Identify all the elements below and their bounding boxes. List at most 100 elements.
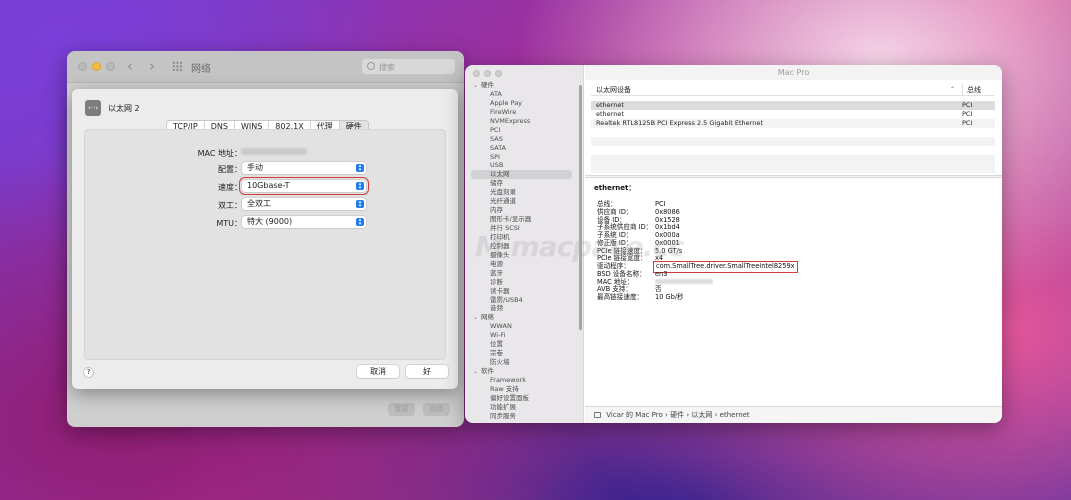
sidebar-item[interactable]: SATA — [465, 144, 578, 153]
sidebar-category[interactable]: ⌄ 软件 — [465, 367, 578, 376]
table-row[interactable]: Realtek RTL8125B PCI Express 2.5 Gigabit… — [591, 119, 995, 128]
sidebar-item[interactable]: SPI — [465, 153, 578, 162]
ok-button[interactable]: 好 — [406, 365, 448, 378]
show-all-grid-icon[interactable] — [172, 61, 183, 72]
sidebar-item-label: 诊断 — [490, 277, 503, 286]
sidebar-item[interactable]: 雷雳/USB4 — [465, 296, 578, 305]
sidebar-item-label: 功能扩展 — [490, 402, 516, 411]
sidebar-item[interactable]: 防火墙 — [465, 358, 578, 367]
sidebar-item[interactable]: 同步服务 — [465, 412, 578, 421]
sidebar-item-label: USB — [490, 161, 504, 170]
chevron-down-icon[interactable]: ⌄ — [473, 314, 481, 323]
cancel-button[interactable]: 取消 — [357, 365, 399, 378]
sidebar-item[interactable]: PCI — [465, 126, 578, 135]
sidebar-category[interactable]: ⌄ 网络 — [465, 313, 578, 322]
sidebar-item[interactable]: 偏好设置面板 — [465, 394, 578, 403]
sidebar-item-label: 软件 — [481, 367, 494, 375]
zoom-button[interactable] — [495, 70, 502, 77]
config-popup[interactable]: 手动 ▴ ▾ — [242, 162, 366, 174]
column-header-device[interactable]: 以太网设备 — [596, 84, 631, 96]
window-title: 网络 — [191, 64, 211, 75]
sidebar-item[interactable]: Framework — [465, 376, 578, 385]
device-name: ethernet — [596, 110, 624, 118]
close-button[interactable] — [473, 70, 480, 77]
sidebar-item[interactable]: 诊断 — [465, 278, 578, 287]
sidebar-item-label: Raw 支持 — [490, 384, 519, 393]
path-item[interactable]: 以太网 — [691, 411, 712, 419]
sidebar-item-label: SPI — [490, 152, 500, 161]
search-icon — [367, 62, 375, 70]
sidebar-item-label: 光纤通道 — [490, 197, 516, 206]
sidebar-item[interactable]: 内存 — [465, 206, 578, 215]
mac-address-label: MAC 地址： — [197, 149, 242, 158]
chevron-down-icon[interactable]: ⌄ — [473, 82, 481, 91]
sidebar-item[interactable]: USB — [465, 161, 578, 170]
sidebar-item[interactable]: 蓝牙 — [465, 269, 578, 278]
back-arrow-icon[interactable]: ‹ — [127, 57, 133, 75]
device-bus: PCI — [962, 119, 973, 127]
sidebar-item[interactable]: 储存 — [465, 179, 578, 188]
sidebar-item-label: PCI — [490, 125, 501, 134]
speed-label: 速度： — [218, 183, 242, 192]
sidebar-item-label: 位置 — [490, 340, 503, 349]
sidebar-category[interactable]: ⌄ 硬件 — [465, 81, 578, 90]
search-field[interactable]: 搜索 — [361, 58, 456, 75]
sidebar-item-label: 网络 — [481, 313, 494, 322]
table-row[interactable]: ethernet PCI — [591, 101, 995, 110]
sidebar-item[interactable]: NVMExpress — [465, 117, 578, 126]
sidebar-item[interactable]: 功能扩展 — [465, 403, 578, 412]
sidebar-item[interactable]: 宗卷 — [465, 349, 578, 358]
table-row-empty — [591, 137, 995, 146]
mtu-popup[interactable]: 特大 (9000) ▴ ▾ — [242, 216, 366, 228]
sidebar-item-label: FireWire — [490, 107, 517, 116]
minimize-button[interactable] — [484, 70, 491, 77]
chevron-down-icon[interactable]: ⌄ — [473, 368, 481, 377]
sidebar-item[interactable]: Wi-Fi — [465, 331, 578, 340]
path-item[interactable]: ethernet — [720, 411, 750, 419]
zoom-button[interactable] — [106, 62, 115, 71]
path-item[interactable]: Vicar 的 Mac Pro — [606, 411, 663, 419]
watermark: M macpace.cc — [475, 230, 685, 263]
duplex-popup[interactable]: 全双工 ▴ ▾ — [242, 198, 366, 210]
table-row[interactable]: ethernet PCI — [591, 110, 995, 119]
revert-button[interactable]: 复原 — [388, 403, 415, 416]
help-button[interactable]: ? — [83, 367, 94, 378]
sidebar-scrollbar[interactable] — [579, 85, 582, 330]
sidebar-item[interactable]: ATA — [465, 90, 578, 99]
detail-row: BSD 设备名称： en3 — [597, 269, 997, 279]
sort-ascending-icon[interactable]: ⌃ — [950, 84, 955, 96]
device-name: ethernet — [596, 101, 624, 109]
forward-arrow-icon[interactable]: › — [149, 57, 155, 75]
sidebar-item[interactable]: 位置 — [465, 340, 578, 349]
table-row-empty — [591, 164, 995, 173]
sidebar-item[interactable]: SAS — [465, 135, 578, 144]
sidebar-item[interactable]: WWAN — [465, 322, 578, 331]
sidebar-item-label: ATA — [490, 89, 502, 98]
sidebar-item[interactable]: 以太网 — [471, 170, 572, 180]
column-header-bus[interactable]: 总线 — [962, 84, 981, 96]
close-button[interactable] — [78, 62, 87, 71]
sidebar-item[interactable]: 光纤通道 — [465, 197, 578, 206]
sidebar-item[interactable]: 光盘刻录 — [465, 188, 578, 197]
path-item[interactable]: 硬件 — [670, 411, 684, 419]
speed-popup[interactable]: 10Gbase-T ▴ ▾ — [239, 177, 369, 195]
search-placeholder: 搜索 — [379, 63, 395, 72]
sidebar-item[interactable]: 读卡器 — [465, 287, 578, 296]
service-name: 以太网 2 — [108, 104, 140, 113]
sidebar-item[interactable]: FireWire — [465, 108, 578, 117]
config-label: 配置： — [218, 165, 242, 174]
apply-button[interactable]: 应用 — [423, 403, 450, 416]
sidebar-item-label: 音频 — [490, 304, 503, 313]
minimize-button[interactable] — [92, 62, 101, 71]
split-divider[interactable] — [585, 175, 1002, 178]
device-bus: PCI — [962, 101, 973, 109]
mac-address-value-redacted — [655, 279, 713, 284]
sidebar-item-label: 储存 — [490, 179, 503, 188]
device-table-header: 以太网设备 ⌃ 总线 — [591, 84, 995, 96]
sidebar-item-label: 偏好设置面板 — [490, 393, 529, 402]
sidebar-item[interactable]: 图形卡/显示器 — [465, 215, 578, 224]
detail-value: en3 — [655, 269, 668, 278]
sidebar-item[interactable]: Apple Pay — [465, 99, 578, 108]
mtu-label: MTU： — [216, 219, 242, 228]
sidebar-item[interactable]: Raw 支持 — [465, 385, 578, 394]
